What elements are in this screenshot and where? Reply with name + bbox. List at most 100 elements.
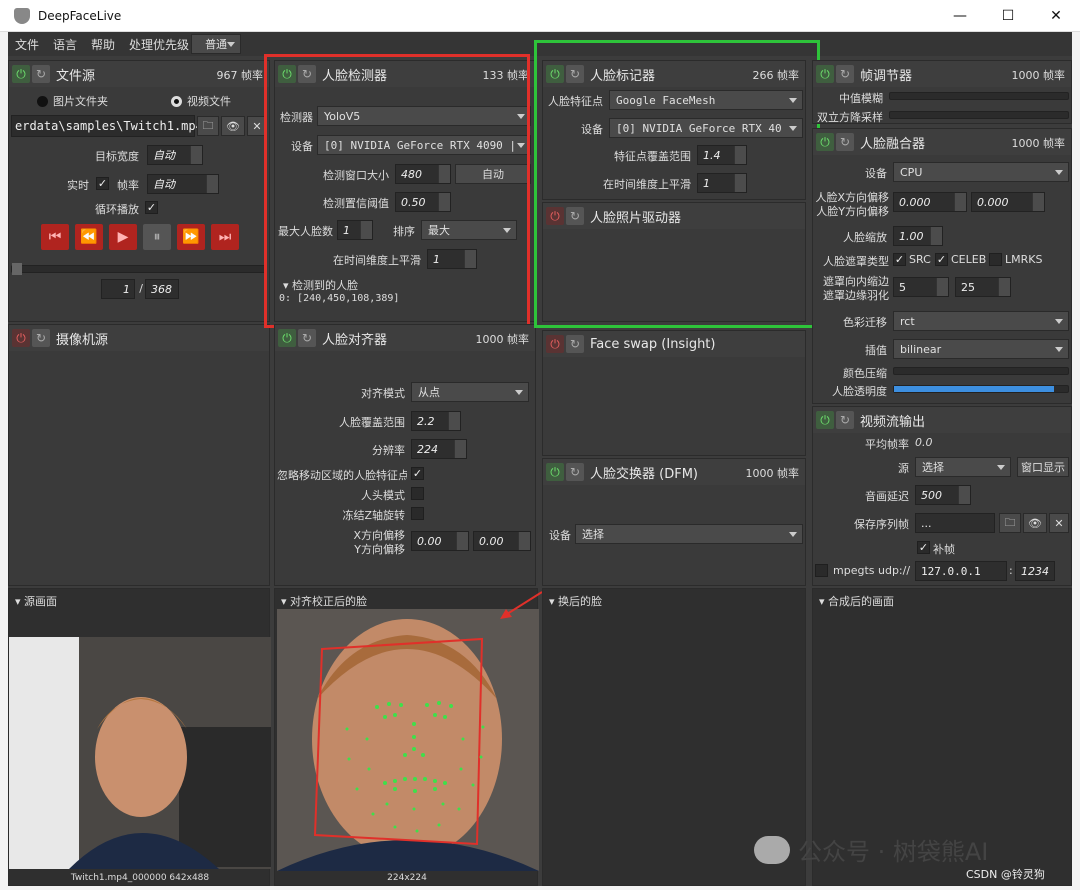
reset-icon[interactable]: ↻ — [298, 329, 316, 347]
reset-icon[interactable]: ↻ — [566, 335, 584, 353]
power-icon[interactable]: ⏻ — [278, 329, 296, 347]
priority-label: 处理优先级 — [129, 37, 190, 52]
menu-help[interactable]: 帮助 — [84, 36, 122, 53]
power-icon[interactable]: ⏻ — [546, 335, 564, 353]
scale-label: 人脸缩放 — [843, 231, 887, 244]
x-offset-spin[interactable]: 0.000 — [893, 192, 967, 212]
last-frame-icon[interactable]: ⏭ — [211, 224, 239, 250]
source-preview-header[interactable]: ▾ 源画面 — [9, 589, 269, 613]
resolution-label: 分辨率 — [372, 444, 405, 457]
delay-spin[interactable]: 500 — [915, 485, 971, 505]
model-select[interactable]: 选择 — [575, 524, 803, 544]
swapped-preview-header[interactable]: ▾ 换后的脸 — [543, 589, 805, 613]
align-mode-select[interactable]: 从点 — [411, 382, 529, 402]
x-offset-spin[interactable]: 0.00 — [411, 531, 469, 551]
power-icon[interactable]: ⏻ — [12, 329, 30, 347]
reset-icon[interactable]: ↻ — [32, 65, 50, 83]
fill-frames-label: 补帧 — [933, 543, 955, 556]
resolution-spin[interactable]: 224 — [411, 439, 467, 459]
radio-video[interactable]: 视频文件 — [171, 93, 231, 109]
loop-label: 循环播放 — [95, 203, 139, 216]
host-input[interactable]: 127.0.0.1 — [915, 561, 1007, 581]
panel-title: 文件源 — [56, 68, 96, 84]
mask-celeb-checkbox[interactable]: ✓ — [935, 253, 948, 266]
median-label: 中值模糊 — [839, 92, 883, 105]
freeze-z-checkbox[interactable] — [411, 507, 424, 520]
blur-spin[interactable]: 25 — [955, 277, 1011, 297]
next-frame-icon[interactable]: ⏩ — [177, 224, 205, 250]
face-merger-panel: ⏻ ↻ 人脸融合器 1000 帧率 设备 CPU 人脸X方向偏移 人脸Y方向偏移 … — [812, 128, 1072, 404]
detector-highlight-box — [264, 54, 530, 328]
folder-icon[interactable]: 🗀 — [197, 116, 219, 136]
fill-frames-checkbox[interactable]: ✓ — [917, 541, 930, 554]
color-transfer-label: 色彩迁移 — [843, 316, 887, 329]
first-frame-icon[interactable]: ⏮ — [41, 224, 69, 250]
loop-checkbox[interactable]: ✓ — [145, 201, 158, 214]
target-width-spin[interactable]: 自动 — [147, 145, 203, 165]
bicubic-label: 双立方降采样 — [817, 111, 883, 124]
mask-src-label: SRC — [909, 253, 931, 266]
bicubic-slider[interactable] — [889, 111, 1069, 119]
reset-icon[interactable]: ↻ — [836, 65, 854, 83]
window-display-button[interactable]: 窗口显示 — [1017, 457, 1069, 477]
eye-icon[interactable]: 👁 — [221, 116, 245, 136]
maximize-button[interactable]: ☐ — [984, 0, 1032, 32]
reset-icon[interactable]: ↻ — [836, 133, 854, 151]
median-slider[interactable] — [889, 92, 1069, 100]
color-compress-label: 颜色压缩 — [843, 367, 887, 380]
erode-spin[interactable]: 5 — [893, 277, 949, 297]
y-offset-spin[interactable]: 0.00 — [473, 531, 531, 551]
timeline-slider[interactable] — [11, 263, 267, 275]
close-button[interactable]: ✕ — [1032, 0, 1080, 32]
folder-icon[interactable]: 🗀 — [999, 513, 1021, 533]
color-compress-slider[interactable] — [893, 367, 1069, 375]
priority-select[interactable]: 普通 — [191, 34, 242, 54]
scale-spin[interactable]: 1.00 — [893, 226, 943, 246]
mask-src-checkbox[interactable]: ✓ — [893, 253, 906, 266]
source-select[interactable]: 选择 — [915, 457, 1011, 477]
device-select[interactable]: CPU — [893, 162, 1069, 182]
mask-lmrks-checkbox[interactable] — [989, 253, 1002, 266]
avg-fps-label: 平均帧率 — [865, 438, 909, 451]
power-icon[interactable]: ⏻ — [816, 65, 834, 83]
reset-icon[interactable]: ↻ — [836, 411, 854, 429]
merged-preview-header[interactable]: ▾ 合成后的画面 — [813, 589, 1071, 613]
save-seq-input[interactable]: ... — [915, 513, 995, 533]
power-icon[interactable]: ⏻ — [546, 463, 564, 481]
frame-current[interactable]: 1 — [101, 279, 135, 299]
panel-title: 人脸融合器 — [860, 136, 926, 152]
reset-icon[interactable]: ↻ — [566, 463, 584, 481]
color-transfer-select[interactable]: rct — [893, 311, 1069, 331]
prev-frame-icon[interactable]: ⏪ — [75, 224, 103, 250]
device-label: 设备 — [865, 167, 887, 180]
pause-icon[interactable]: ⏸ — [143, 224, 171, 250]
radio-images[interactable]: 图片文件夹 — [37, 93, 108, 109]
y-offset-spin[interactable]: 0.000 — [971, 192, 1045, 212]
menu-language[interactable]: 语言 — [46, 36, 84, 53]
minimize-button[interactable]: — — [936, 0, 984, 32]
mpegts-checkbox[interactable] — [815, 564, 828, 577]
menu-file[interactable]: 文件 — [8, 36, 46, 53]
file-path-input[interactable]: erdata\samples\Twitch1.mp4 — [11, 115, 203, 137]
power-icon[interactable]: ⏻ — [816, 133, 834, 151]
port-input[interactable]: 1234 — [1015, 561, 1055, 581]
fps-spin[interactable]: 自动 — [147, 174, 219, 194]
mask-lmrks-label: LMRKS — [1005, 253, 1043, 266]
clear-icon[interactable]: ✕ — [1049, 513, 1069, 533]
eye-icon[interactable]: 👁 — [1023, 513, 1047, 533]
power-icon[interactable]: ⏻ — [816, 411, 834, 429]
play-icon[interactable]: ▶ — [109, 224, 137, 250]
interp-select[interactable]: bilinear — [893, 339, 1069, 359]
reset-icon[interactable]: ↻ — [32, 329, 50, 347]
opacity-slider[interactable] — [893, 385, 1069, 393]
source-frame-image — [9, 637, 271, 869]
opacity-label: 人脸透明度 — [832, 385, 887, 398]
interp-label: 插值 — [865, 344, 887, 357]
watermark: 公众号 · 树袋熊AI — [754, 832, 988, 867]
realtime-checkbox[interactable]: ✓ — [96, 177, 109, 190]
head-mode-checkbox[interactable] — [411, 487, 424, 500]
exclude-moving-checkbox[interactable]: ✓ — [411, 467, 424, 480]
coverage-spin[interactable]: 2.2 — [411, 411, 461, 431]
power-icon[interactable]: ⏻ — [12, 65, 30, 83]
frame-adjuster-panel: ⏻ ↻ 帧调节器 1000 帧率 中值模糊 双立方降采样 — [812, 60, 1072, 124]
